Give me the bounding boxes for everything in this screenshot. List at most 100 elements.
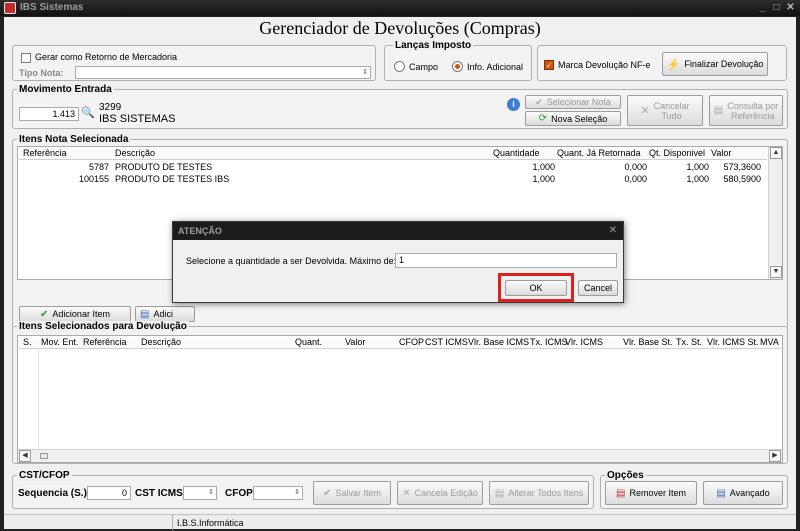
window-title: IBS Sistemas <box>20 2 84 13</box>
cancel-button[interactable]: Cancel <box>578 280 618 296</box>
sequencia-input[interactable]: 0 <box>87 486 131 500</box>
marca-devolucao-checkbox[interactable]: ✓ <box>544 60 554 70</box>
alterar-todos-button[interactable]: ▤ Alterar Todos Itens <box>489 481 589 505</box>
nota-group: Gerar como Retorno de Mercadoria Tipo No… <box>12 45 376 81</box>
adicionar-item-button[interactable]: ✔ Adicionar Item <box>19 306 131 322</box>
spin-icon: ⇕ <box>208 489 214 496</box>
campo-radio[interactable] <box>394 61 405 72</box>
quantity-input[interactable]: 1 <box>395 253 617 268</box>
page-title: Gerenciador de Devoluções (Compras) <box>259 18 541 38</box>
cancela-edicao-button[interactable]: ✕ Cancela Edição <box>397 481 483 505</box>
sequencia-label: Sequencia (S.) <box>18 488 87 499</box>
remove-icon: ▤ <box>616 487 626 499</box>
consulta-referencia-label: Consulta por Referência <box>727 100 779 121</box>
row-qtd: 1,000 <box>532 162 555 172</box>
adicionar-todos-button[interactable]: ▤ Adici <box>135 306 195 322</box>
scroll-up-icon[interactable]: ▲ <box>770 147 782 159</box>
col-descricao[interactable]: Descrição <box>141 337 181 347</box>
row-ret: 0,000 <box>624 162 647 172</box>
dialog-title: ATENÇÃO <box>173 222 623 240</box>
remover-item-button[interactable]: ▤ Remover Item <box>605 481 697 505</box>
itens-devolucao-header: S. Mov. Ent. Referência Descrição Quant.… <box>19 337 781 349</box>
status-bar: I.B.S.Informática <box>4 514 796 530</box>
col-referencia[interactable]: Referência <box>83 337 127 347</box>
info-adicional-radio[interactable] <box>452 61 463 72</box>
app-logo-icon <box>4 2 16 14</box>
dialog-message: Selecione a quantidade a ser Devolvida. … <box>186 256 404 266</box>
scroll-right-icon[interactable]: ▶ <box>769 450 781 462</box>
advanced-icon: ▤ <box>716 487 726 499</box>
alterar-todos-label: Alterar Todos Itens <box>508 488 584 498</box>
horizontal-scrollbar[interactable]: ◀ ▶ <box>18 449 782 462</box>
maximize-icon[interactable]: □ <box>771 2 782 13</box>
col-quantidade[interactable]: Quantidade <box>493 148 540 158</box>
search-icon[interactable]: 🔍 <box>81 106 95 119</box>
document-icon: ▤ <box>713 104 724 116</box>
scroll-thumb[interactable] <box>40 453 48 459</box>
col-vlr-icms[interactable]: Vlr. ICMS <box>565 337 603 347</box>
edit-icon: ▤ <box>494 487 505 499</box>
col-vlr-base-st[interactable]: Vlr. Base St. <box>623 337 673 347</box>
attention-dialog: ATENÇÃO ✕ Selecione a quantidade a ser D… <box>172 221 624 303</box>
row-valor: 573,3600 <box>723 162 761 172</box>
movimento-group: Movimento Entrada 1.413 🔍 3299 IBS SISTE… <box>12 84 788 129</box>
col-cst-icms[interactable]: CST ICMS <box>425 337 468 347</box>
scroll-left-icon[interactable]: ◀ <box>19 450 31 462</box>
col-descricao[interactable]: Descrição <box>115 148 155 158</box>
col-quant[interactable]: Quant. <box>295 337 322 347</box>
opcoes-group: Opções ▤ Remover Item ▤ Avançado <box>600 470 788 509</box>
cst-icms-select[interactable]: ⇕ <box>183 486 217 500</box>
tipo-nota-select[interactable]: ⇕ <box>75 66 371 79</box>
salvar-item-button[interactable]: ✔ Salvar Item <box>313 481 391 505</box>
table-row[interactable]: 100155 PRODUTO DE TESTES IBS 1,000 0,000… <box>19 174 767 186</box>
row-qtd: 1,000 <box>532 174 555 184</box>
col-tx-icms[interactable]: Tx. ICMS <box>530 337 568 347</box>
col-mov-ent[interactable]: Mov. Ent. <box>41 337 78 347</box>
row-ref: 100155 <box>78 174 109 184</box>
col-referencia[interactable]: Referência <box>23 148 67 158</box>
cfop-select[interactable]: ⇕ <box>253 486 303 500</box>
gerar-retorno-label: Gerar como Retorno de Mercadoria <box>35 52 178 62</box>
vertical-scrollbar[interactable]: ▲ ▼ <box>768 147 782 279</box>
ok-button[interactable]: OK <box>505 280 567 296</box>
cancelar-tudo-button[interactable]: ✕ Cancelar Tudo <box>627 95 703 126</box>
spin-icon: ⇕ <box>362 69 368 76</box>
cancel-x-icon: ✕ <box>640 104 650 117</box>
campo-label: Campo <box>409 62 439 72</box>
gerar-retorno-checkbox[interactable] <box>21 53 31 63</box>
col-tx-st[interactable]: Tx. St. <box>676 337 702 347</box>
col-qt-disponivel[interactable]: Qt. Disponivel <box>649 148 705 158</box>
nova-selecao-button[interactable]: ⟳ Nova Seleção <box>525 111 621 126</box>
col-vlr-icms-st[interactable]: Vlr. ICMS St. <box>707 337 759 347</box>
consulta-referencia-button[interactable]: ▤ Consulta por Referência <box>709 95 783 126</box>
col-cfop[interactable]: CFOP <box>399 337 424 347</box>
col-mva[interactable]: MVA <box>760 337 779 347</box>
movimento-title: Movimento Entrada <box>17 84 114 95</box>
adicionar-item-label: Adicionar Item <box>52 309 110 319</box>
col-valor[interactable]: Valor <box>345 337 365 347</box>
check-icon: ✔ <box>323 487 332 499</box>
cst-icms-label: CST ICMS <box>135 488 183 499</box>
cancela-edicao-label: Cancela Edição <box>414 488 478 498</box>
status-divider <box>172 515 173 530</box>
col-quant-retornada[interactable]: Quant. Já Retornada <box>557 148 641 158</box>
col-s[interactable]: S. <box>23 337 32 347</box>
scroll-down-icon[interactable]: ▼ <box>770 266 782 278</box>
close-icon[interactable]: ✕ <box>785 2 796 13</box>
info-icon[interactable]: i <box>507 98 520 111</box>
row-ref: 5787 <box>88 162 109 172</box>
table-row[interactable]: 5787 PRODUTO DE TESTES 1,000 0,000 1,000… <box>19 162 767 174</box>
spin-icon: ⇕ <box>294 489 300 496</box>
opcoes-title: Opções <box>605 470 646 481</box>
minimize-icon[interactable]: _ <box>757 2 768 13</box>
movimento-input[interactable]: 1.413 <box>19 107 79 121</box>
col-valor[interactable]: Valor <box>711 148 731 158</box>
avancado-button[interactable]: ▤ Avançado <box>703 481 783 505</box>
dialog-close-icon[interactable]: ✕ <box>609 225 617 236</box>
itens-devolucao-group: Itens Selecionados para Devolução S. Mov… <box>12 321 788 464</box>
list-add-icon: ▤ <box>140 308 150 320</box>
window-titlebar: IBS Sistemas _ □ ✕ <box>0 0 800 16</box>
finalizar-devolucao-button[interactable]: ⚡ Finalizar Devolução <box>662 52 768 76</box>
col-vlr-base-icms[interactable]: Vlr. Base ICMS <box>468 337 529 347</box>
selecionar-nota-button[interactable]: ✔ Selecionar Nota <box>525 95 621 109</box>
